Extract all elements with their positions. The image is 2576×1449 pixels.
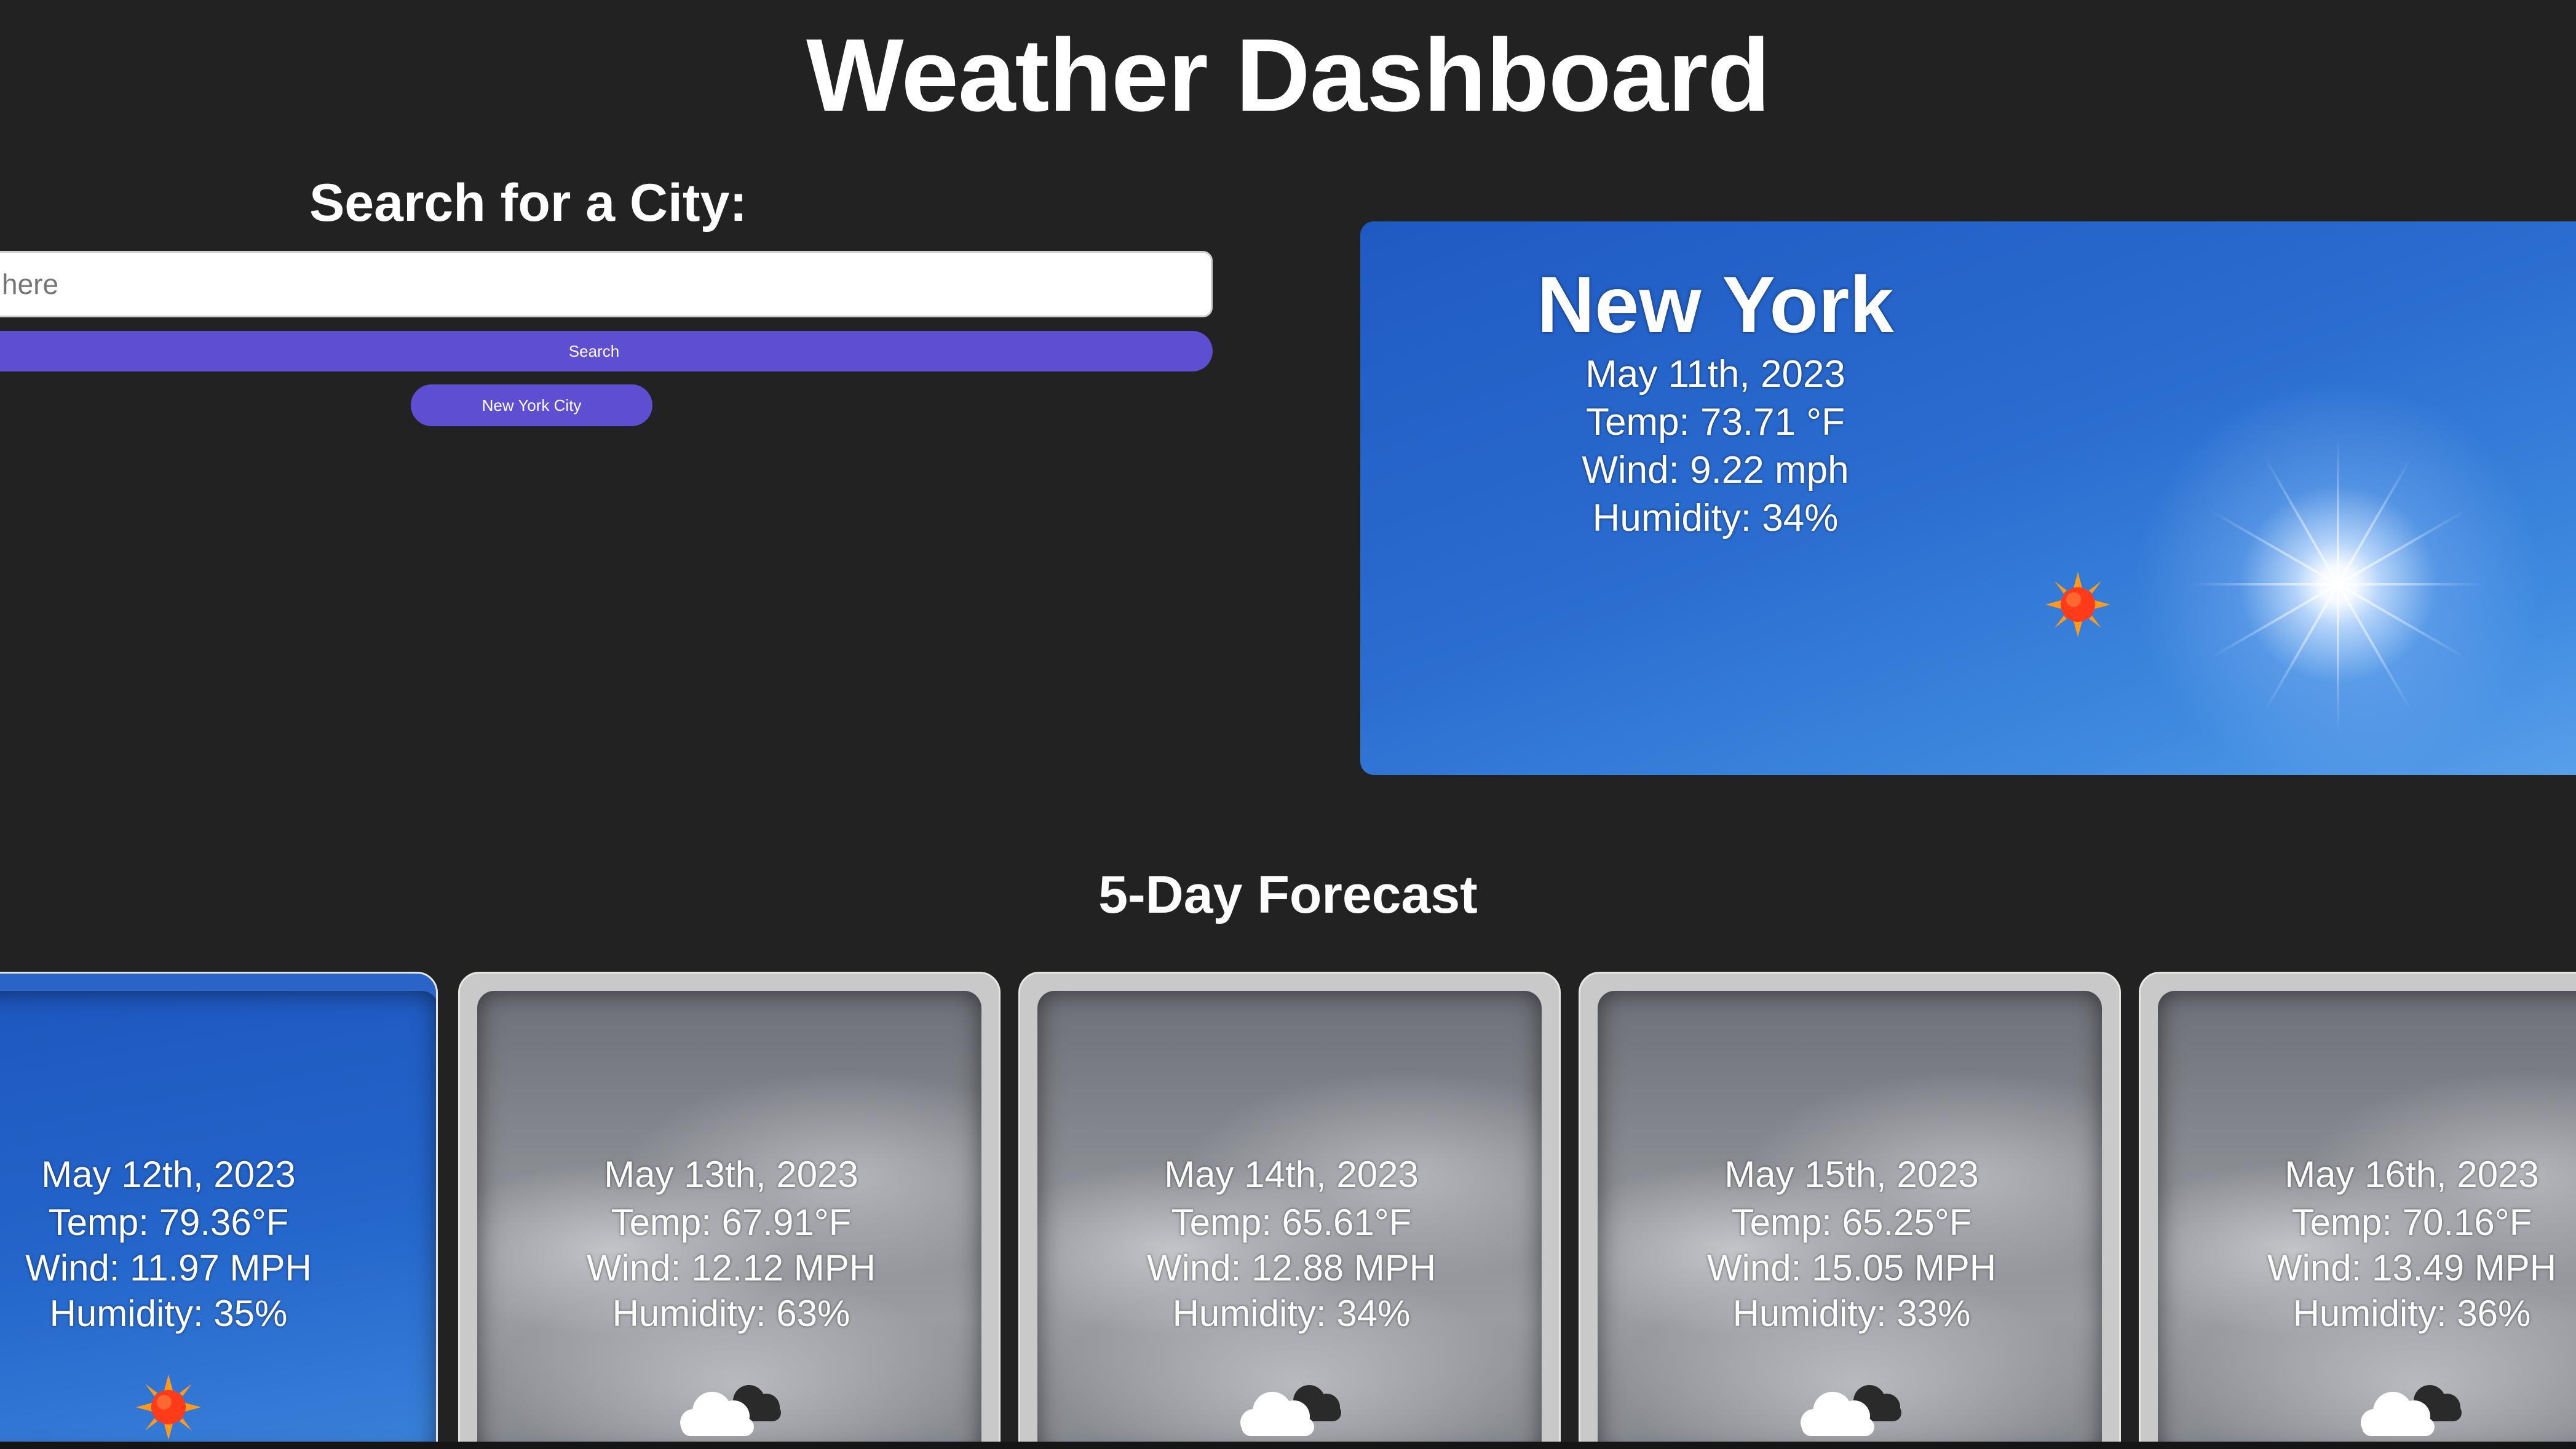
forecast-card: May 12th, 2023 Temp: 79.36°F Wind: 11.97… bbox=[0, 972, 438, 1449]
forecast-humidity: Humidity: 34% bbox=[1172, 1293, 1411, 1334]
current-date: May 11th, 2023 bbox=[1585, 353, 1845, 395]
sun-icon bbox=[2045, 572, 2110, 637]
cloud-icon bbox=[2361, 1385, 2462, 1436]
current-wind: Wind: 9.22 mph bbox=[1582, 449, 1849, 491]
forecast-humidity: Humidity: 35% bbox=[49, 1293, 288, 1334]
forecast-humidity: Humidity: 63% bbox=[612, 1293, 850, 1334]
forecast-card: May 13th, 2023 Temp: 67.91°F Wind: 12.12… bbox=[458, 972, 1001, 1449]
forecast-wind: Wind: 15.05 MPH bbox=[1706, 1247, 1997, 1288]
forecast-temp: Temp: 67.91°F bbox=[611, 1202, 852, 1243]
history-button-new-york-city[interactable]: New York City bbox=[411, 384, 652, 426]
forecast-humidity: Humidity: 36% bbox=[2293, 1293, 2531, 1334]
forecast-temp: Temp: 65.61°F bbox=[1171, 1202, 1412, 1243]
forecast-date: May 13th, 2023 bbox=[604, 1154, 858, 1195]
search-button[interactable]: Search bbox=[0, 331, 1213, 371]
forecast-wind: Wind: 13.49 MPH bbox=[2267, 1247, 2557, 1288]
forecast-heading: 5-Day Forecast bbox=[1098, 865, 1478, 924]
forecast-date: May 12th, 2023 bbox=[41, 1154, 296, 1195]
forecast-date: May 15th, 2023 bbox=[1724, 1154, 1979, 1195]
forecast-wind: Wind: 11.97 MPH bbox=[25, 1247, 312, 1288]
forecast-card: May 15th, 2023 Temp: 65.25°F Wind: 15.05… bbox=[1579, 972, 2121, 1449]
forecast-temp: Temp: 65.25°F bbox=[1731, 1202, 1972, 1243]
current-humidity: Humidity: 34% bbox=[1592, 497, 1839, 539]
city-search-input[interactable] bbox=[0, 251, 1213, 317]
forecast-temp: Temp: 79.36°F bbox=[48, 1202, 289, 1243]
forecast-card: May 14th, 2023 Temp: 65.61°F Wind: 12.88… bbox=[1018, 972, 1561, 1449]
current-temp: Temp: 73.71 °F bbox=[1585, 401, 1845, 443]
forecast-card: May 16th, 2023 Temp: 70.16°F Wind: 13.49… bbox=[2139, 972, 2576, 1449]
current-city-name: New York bbox=[1537, 260, 1894, 349]
forecast-date: May 14th, 2023 bbox=[1164, 1154, 1419, 1195]
cloud-icon bbox=[680, 1385, 781, 1436]
page-title: Weather Dashboard bbox=[806, 17, 1770, 133]
forecast-wind: Wind: 12.88 MPH bbox=[1146, 1247, 1437, 1288]
weather-dashboard-page: Weather Dashboard Search for a City: Sea… bbox=[0, 0, 2576, 1449]
window-bottom-edge bbox=[0, 1442, 2576, 1449]
cloud-icon bbox=[1240, 1385, 1341, 1436]
sun-icon bbox=[136, 1375, 201, 1440]
search-heading: Search for a City: bbox=[309, 173, 748, 232]
forecast-humidity: Humidity: 33% bbox=[1732, 1293, 1971, 1334]
forecast-wind: Wind: 12.12 MPH bbox=[586, 1247, 876, 1288]
forecast-date: May 16th, 2023 bbox=[2285, 1154, 2539, 1195]
cloud-icon bbox=[1801, 1385, 1901, 1436]
forecast-temp: Temp: 70.16°F bbox=[2291, 1202, 2532, 1243]
current-weather-card: New York May 11th, 2023 Temp: 73.71 °F W… bbox=[1360, 221, 2576, 775]
